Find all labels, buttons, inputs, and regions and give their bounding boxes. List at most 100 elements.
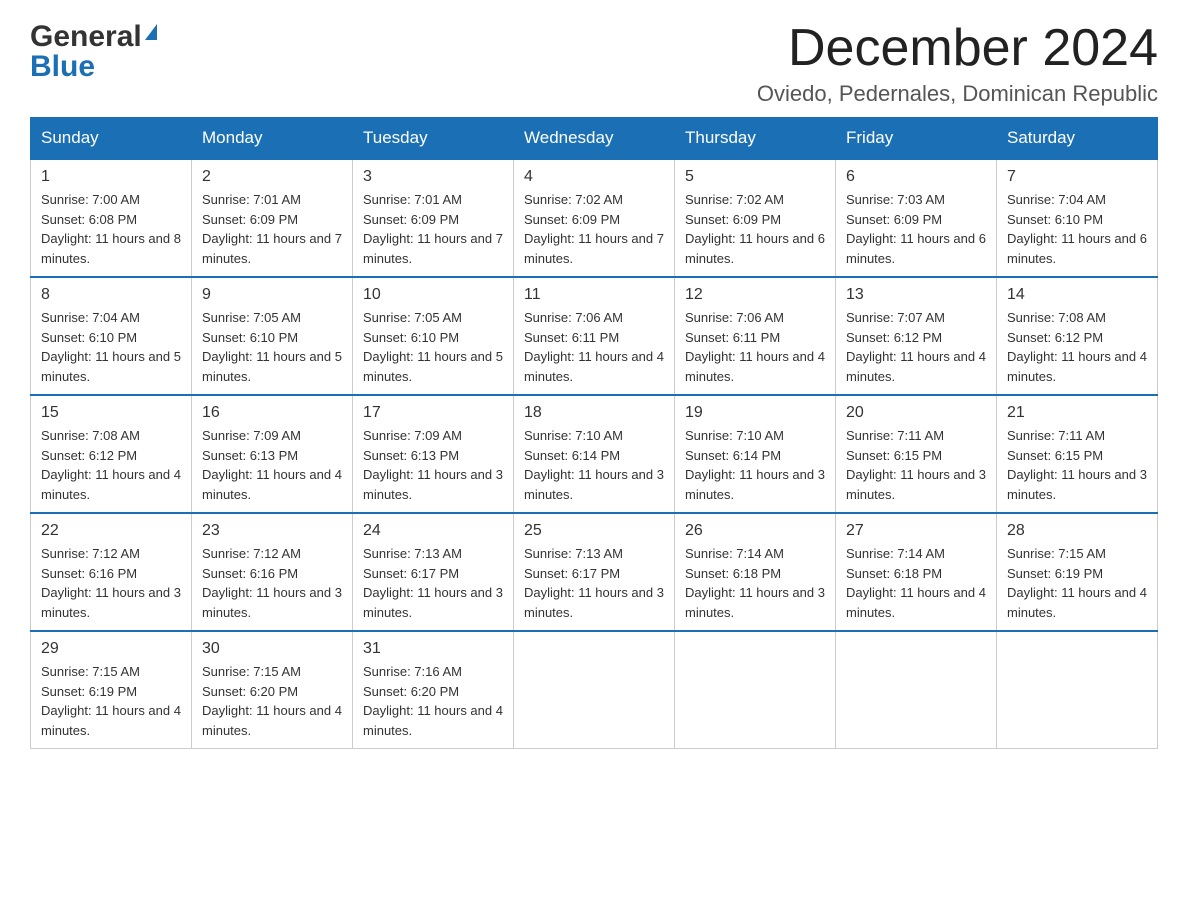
header-wednesday: Wednesday: [514, 118, 675, 160]
day-number: 30: [202, 640, 342, 658]
location-subtitle: Oviedo, Pedernales, Dominican Republic: [757, 81, 1158, 107]
calendar-cell: 13 Sunrise: 7:07 AM Sunset: 6:12 PM Dayl…: [836, 277, 997, 395]
day-number: 26: [685, 522, 825, 540]
calendar-cell: 12 Sunrise: 7:06 AM Sunset: 6:11 PM Dayl…: [675, 277, 836, 395]
calendar-cell: 26 Sunrise: 7:14 AM Sunset: 6:18 PM Dayl…: [675, 513, 836, 631]
header-tuesday: Tuesday: [353, 118, 514, 160]
day-info: Sunrise: 7:05 AM Sunset: 6:10 PM Dayligh…: [363, 308, 503, 386]
calendar-cell: 22 Sunrise: 7:12 AM Sunset: 6:16 PM Dayl…: [31, 513, 192, 631]
day-info: Sunrise: 7:06 AM Sunset: 6:11 PM Dayligh…: [685, 308, 825, 386]
calendar-cell: 24 Sunrise: 7:13 AM Sunset: 6:17 PM Dayl…: [353, 513, 514, 631]
calendar-cell: 1 Sunrise: 7:00 AM Sunset: 6:08 PM Dayli…: [31, 159, 192, 277]
day-number: 29: [41, 640, 181, 658]
day-info: Sunrise: 7:15 AM Sunset: 6:19 PM Dayligh…: [41, 662, 181, 740]
day-number: 13: [846, 286, 986, 304]
day-info: Sunrise: 7:09 AM Sunset: 6:13 PM Dayligh…: [202, 426, 342, 504]
day-info: Sunrise: 7:00 AM Sunset: 6:08 PM Dayligh…: [41, 190, 181, 268]
day-info: Sunrise: 7:14 AM Sunset: 6:18 PM Dayligh…: [846, 544, 986, 622]
logo-general: General: [30, 20, 142, 54]
day-info: Sunrise: 7:07 AM Sunset: 6:12 PM Dayligh…: [846, 308, 986, 386]
day-info: Sunrise: 7:02 AM Sunset: 6:09 PM Dayligh…: [685, 190, 825, 268]
day-info: Sunrise: 7:08 AM Sunset: 6:12 PM Dayligh…: [1007, 308, 1147, 386]
day-info: Sunrise: 7:10 AM Sunset: 6:14 PM Dayligh…: [524, 426, 664, 504]
header-monday: Monday: [192, 118, 353, 160]
calendar-cell: [836, 631, 997, 749]
calendar-cell: 31 Sunrise: 7:16 AM Sunset: 6:20 PM Dayl…: [353, 631, 514, 749]
day-info: Sunrise: 7:14 AM Sunset: 6:18 PM Dayligh…: [685, 544, 825, 622]
weekday-header-row: Sunday Monday Tuesday Wednesday Thursday…: [31, 118, 1158, 160]
calendar-cell: 10 Sunrise: 7:05 AM Sunset: 6:10 PM Dayl…: [353, 277, 514, 395]
day-number: 7: [1007, 168, 1147, 186]
day-number: 9: [202, 286, 342, 304]
calendar-cell: 7 Sunrise: 7:04 AM Sunset: 6:10 PM Dayli…: [997, 159, 1158, 277]
calendar-cell: 11 Sunrise: 7:06 AM Sunset: 6:11 PM Dayl…: [514, 277, 675, 395]
header-thursday: Thursday: [675, 118, 836, 160]
calendar-cell: 23 Sunrise: 7:12 AM Sunset: 6:16 PM Dayl…: [192, 513, 353, 631]
calendar-cell: 29 Sunrise: 7:15 AM Sunset: 6:19 PM Dayl…: [31, 631, 192, 749]
day-number: 3: [363, 168, 503, 186]
day-info: Sunrise: 7:13 AM Sunset: 6:17 PM Dayligh…: [524, 544, 664, 622]
day-info: Sunrise: 7:04 AM Sunset: 6:10 PM Dayligh…: [41, 308, 181, 386]
day-number: 1: [41, 168, 181, 186]
calendar-cell: 8 Sunrise: 7:04 AM Sunset: 6:10 PM Dayli…: [31, 277, 192, 395]
day-number: 4: [524, 168, 664, 186]
calendar-cell: 30 Sunrise: 7:15 AM Sunset: 6:20 PM Dayl…: [192, 631, 353, 749]
day-number: 22: [41, 522, 181, 540]
day-info: Sunrise: 7:05 AM Sunset: 6:10 PM Dayligh…: [202, 308, 342, 386]
day-info: Sunrise: 7:13 AM Sunset: 6:17 PM Dayligh…: [363, 544, 503, 622]
day-info: Sunrise: 7:10 AM Sunset: 6:14 PM Dayligh…: [685, 426, 825, 504]
calendar-table: Sunday Monday Tuesday Wednesday Thursday…: [30, 117, 1158, 749]
calendar-cell: 4 Sunrise: 7:02 AM Sunset: 6:09 PM Dayli…: [514, 159, 675, 277]
logo: General Blue: [30, 20, 157, 84]
day-number: 2: [202, 168, 342, 186]
day-number: 31: [363, 640, 503, 658]
day-number: 18: [524, 404, 664, 422]
day-info: Sunrise: 7:16 AM Sunset: 6:20 PM Dayligh…: [363, 662, 503, 740]
calendar-week-1: 1 Sunrise: 7:00 AM Sunset: 6:08 PM Dayli…: [31, 159, 1158, 277]
day-info: Sunrise: 7:12 AM Sunset: 6:16 PM Dayligh…: [202, 544, 342, 622]
calendar-week-2: 8 Sunrise: 7:04 AM Sunset: 6:10 PM Dayli…: [31, 277, 1158, 395]
month-year-title: December 2024: [757, 20, 1158, 77]
calendar-cell: [675, 631, 836, 749]
header-friday: Friday: [836, 118, 997, 160]
calendar-cell: 14 Sunrise: 7:08 AM Sunset: 6:12 PM Dayl…: [997, 277, 1158, 395]
calendar-cell: 27 Sunrise: 7:14 AM Sunset: 6:18 PM Dayl…: [836, 513, 997, 631]
day-number: 28: [1007, 522, 1147, 540]
day-number: 15: [41, 404, 181, 422]
calendar-cell: 9 Sunrise: 7:05 AM Sunset: 6:10 PM Dayli…: [192, 277, 353, 395]
day-number: 11: [524, 286, 664, 304]
day-number: 16: [202, 404, 342, 422]
day-number: 25: [524, 522, 664, 540]
day-info: Sunrise: 7:08 AM Sunset: 6:12 PM Dayligh…: [41, 426, 181, 504]
day-number: 8: [41, 286, 181, 304]
calendar-cell: 21 Sunrise: 7:11 AM Sunset: 6:15 PM Dayl…: [997, 395, 1158, 513]
calendar-cell: 5 Sunrise: 7:02 AM Sunset: 6:09 PM Dayli…: [675, 159, 836, 277]
day-number: 17: [363, 404, 503, 422]
day-info: Sunrise: 7:15 AM Sunset: 6:20 PM Dayligh…: [202, 662, 342, 740]
calendar-cell: 15 Sunrise: 7:08 AM Sunset: 6:12 PM Dayl…: [31, 395, 192, 513]
day-info: Sunrise: 7:01 AM Sunset: 6:09 PM Dayligh…: [363, 190, 503, 268]
day-number: 10: [363, 286, 503, 304]
calendar-cell: 6 Sunrise: 7:03 AM Sunset: 6:09 PM Dayli…: [836, 159, 997, 277]
calendar-cell: 28 Sunrise: 7:15 AM Sunset: 6:19 PM Dayl…: [997, 513, 1158, 631]
calendar-cell: 16 Sunrise: 7:09 AM Sunset: 6:13 PM Dayl…: [192, 395, 353, 513]
day-number: 21: [1007, 404, 1147, 422]
logo-triangle-icon: [145, 24, 157, 40]
day-number: 23: [202, 522, 342, 540]
calendar-cell: 18 Sunrise: 7:10 AM Sunset: 6:14 PM Dayl…: [514, 395, 675, 513]
page-header: General Blue December 2024 Oviedo, Peder…: [30, 20, 1158, 107]
day-info: Sunrise: 7:04 AM Sunset: 6:10 PM Dayligh…: [1007, 190, 1147, 268]
calendar-week-3: 15 Sunrise: 7:08 AM Sunset: 6:12 PM Dayl…: [31, 395, 1158, 513]
calendar-cell: [514, 631, 675, 749]
day-number: 24: [363, 522, 503, 540]
calendar-cell: [997, 631, 1158, 749]
calendar-cell: 17 Sunrise: 7:09 AM Sunset: 6:13 PM Dayl…: [353, 395, 514, 513]
day-number: 14: [1007, 286, 1147, 304]
day-info: Sunrise: 7:15 AM Sunset: 6:19 PM Dayligh…: [1007, 544, 1147, 622]
logo-blue: Blue: [30, 50, 95, 84]
day-number: 20: [846, 404, 986, 422]
day-info: Sunrise: 7:01 AM Sunset: 6:09 PM Dayligh…: [202, 190, 342, 268]
calendar-cell: 2 Sunrise: 7:01 AM Sunset: 6:09 PM Dayli…: [192, 159, 353, 277]
day-number: 27: [846, 522, 986, 540]
calendar-cell: 19 Sunrise: 7:10 AM Sunset: 6:14 PM Dayl…: [675, 395, 836, 513]
